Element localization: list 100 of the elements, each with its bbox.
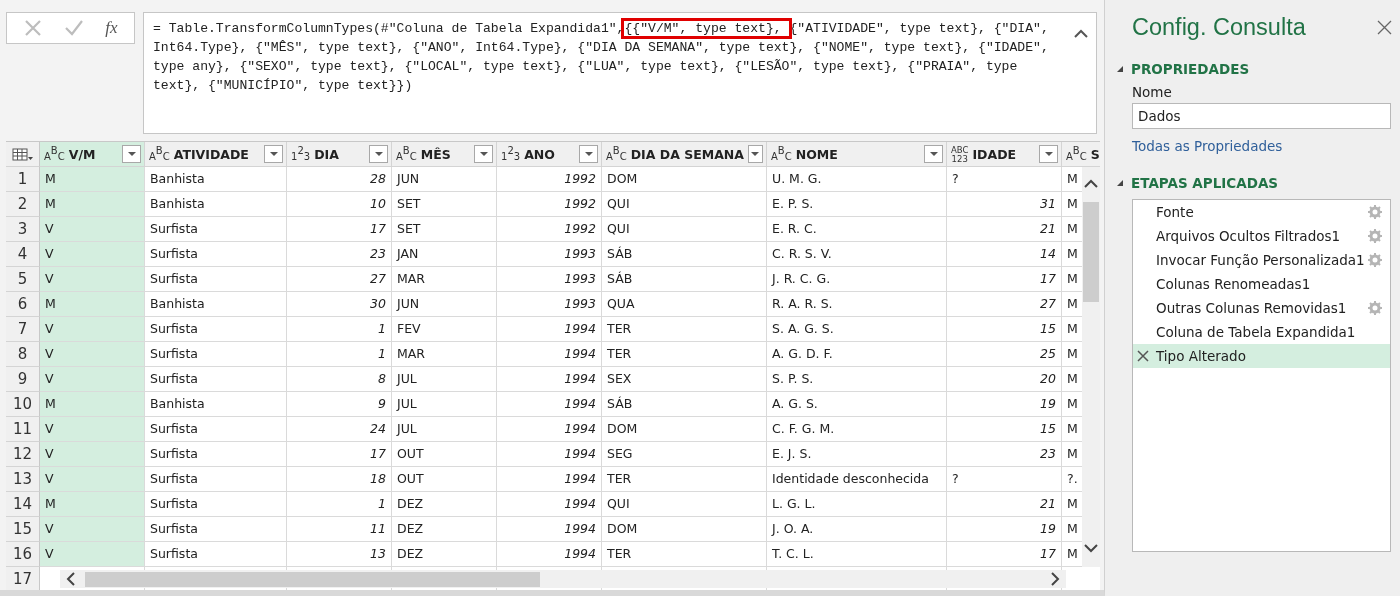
close-button[interactable] [1377,20,1392,35]
table-cell: Banhista [145,292,287,317]
all-properties-link[interactable]: Todas as Propriedades [1132,138,1283,154]
type-icon: ABC [1066,146,1087,162]
table-cell: 1992 [497,192,602,217]
table-cell: QUA [602,292,767,317]
scroll-left-icon[interactable] [66,572,75,586]
row-number: 7 [6,317,40,342]
table-cell: Surfista [145,317,287,342]
filter-dropdown-button[interactable] [122,145,141,163]
table-cell: M [40,392,145,417]
scroll-down-icon[interactable] [1084,544,1098,553]
step-label: Arquivos Ocultos Filtrados1 [1156,228,1342,244]
table-cell: 1994 [497,467,602,492]
type-icon: ABC [771,146,792,162]
table-cell: J. O. A. [767,517,947,542]
table-cell: M [40,192,145,217]
applied-step[interactable]: Outras Colunas Removidas1 [1133,296,1390,320]
column-header[interactable]: ABC DIA DA SEMANA [602,142,767,167]
scroll-up-icon[interactable] [1084,179,1098,188]
row-number: 8 [6,342,40,367]
type-icon: ABC123 [951,146,969,162]
step-label: Invocar Função Personalizada1 [1156,252,1366,268]
type-icon: ABC [396,146,417,162]
table-cell: Surfista [145,517,287,542]
table-cell: V [40,542,145,567]
step-label: Outras Colunas Removidas1 [1156,300,1348,316]
table-cell: 1993 [497,292,602,317]
scroll-right-icon[interactable] [1051,572,1060,586]
table-cell: QUI [602,192,767,217]
pane-title: Config. Consulta [1132,14,1306,41]
delete-step-icon[interactable] [1137,350,1149,362]
scrollbar-thumb[interactable] [1083,202,1099,302]
table-cell: JUN [392,292,497,317]
step-label: Tipo Alterado [1156,348,1247,364]
table-cell: ? [947,467,1062,492]
column-header[interactable]: ABC ATIVIDADE [145,142,287,167]
table-cell: U. M. G. [767,167,947,192]
section-heading: PROPRIEDADES [1131,61,1250,77]
filter-dropdown-button[interactable] [369,145,388,163]
table-cell: QUI [602,217,767,242]
table-cell: C. R. S. V. [767,242,947,267]
row-number: 10 [6,392,40,417]
column-header[interactable]: ABC MÊS [392,142,497,167]
collapse-triangle-icon[interactable] [1117,66,1123,72]
table-cell: 17 [287,442,392,467]
scrollbar-thumb[interactable] [85,571,540,587]
applied-step[interactable]: Colunas Renomeadas1 [1133,272,1390,296]
table-cell: DEZ [392,492,497,517]
table-cell: 17 [947,542,1062,567]
table-menu-icon[interactable] [6,142,40,167]
collapse-triangle-icon[interactable] [1117,180,1123,186]
table-cell: 1994 [497,542,602,567]
step-label: Colunas Renomeadas1 [1156,276,1312,292]
applied-step[interactable]: Tipo Alterado [1133,344,1390,368]
column-header[interactable]: ABC V/M [40,142,145,167]
table-cell: 25 [947,342,1062,367]
horizontal-scrollbar[interactable] [60,570,1066,588]
applied-step[interactable]: Fonte [1133,200,1390,224]
table-cell: JUL [392,417,497,442]
column-header[interactable]: ABC NOME [767,142,947,167]
filter-dropdown-button[interactable] [924,145,943,163]
column-name: MÊS [420,146,452,162]
table-cell: 1994 [497,517,602,542]
name-field[interactable]: Dados [1132,103,1391,129]
table-cell: Banhista [145,192,287,217]
table-cell: OUT [392,442,497,467]
table-cell: 1 [287,492,392,517]
table-cell: JUL [392,392,497,417]
table-cell: Surfista [145,467,287,492]
table-cell: 23 [947,442,1062,467]
column-header[interactable]: 123 DIA [287,142,392,167]
filter-dropdown-button[interactable] [1039,145,1058,163]
row-number: 3 [6,217,40,242]
column-header[interactable]: ABC S [1062,142,1100,167]
table-cell: E. J. S. [767,442,947,467]
filter-dropdown-button[interactable] [264,145,283,163]
table-cell: ? [947,167,1062,192]
applied-step[interactable]: Coluna de Tabela Expandida1 [1133,320,1390,344]
collapse-icon[interactable] [1074,29,1088,38]
applied-step[interactable]: Invocar Função Personalizada1 [1133,248,1390,272]
table-cell: 9 [287,392,392,417]
filter-dropdown-button[interactable] [747,145,763,163]
table-cell: DEZ [392,542,497,567]
table-cell: Surfista [145,492,287,517]
insert-function-button[interactable]: fx [105,18,118,38]
table-cell: M [40,167,145,192]
column-header[interactable]: 123 ANO [497,142,602,167]
table-cell: 13 [287,542,392,567]
table-cell: 14 [947,242,1062,267]
table-cell: 20 [947,367,1062,392]
filter-dropdown-button[interactable] [474,145,493,163]
table-cell: 1993 [497,267,602,292]
table-cell: V [40,267,145,292]
row-number: 11 [6,417,40,442]
vertical-scrollbar[interactable] [1082,167,1100,567]
row-number: 14 [6,492,40,517]
applied-step[interactable]: Arquivos Ocultos Filtrados1 [1133,224,1390,248]
filter-dropdown-button[interactable] [579,145,598,163]
type-icon: ABC [606,146,627,162]
